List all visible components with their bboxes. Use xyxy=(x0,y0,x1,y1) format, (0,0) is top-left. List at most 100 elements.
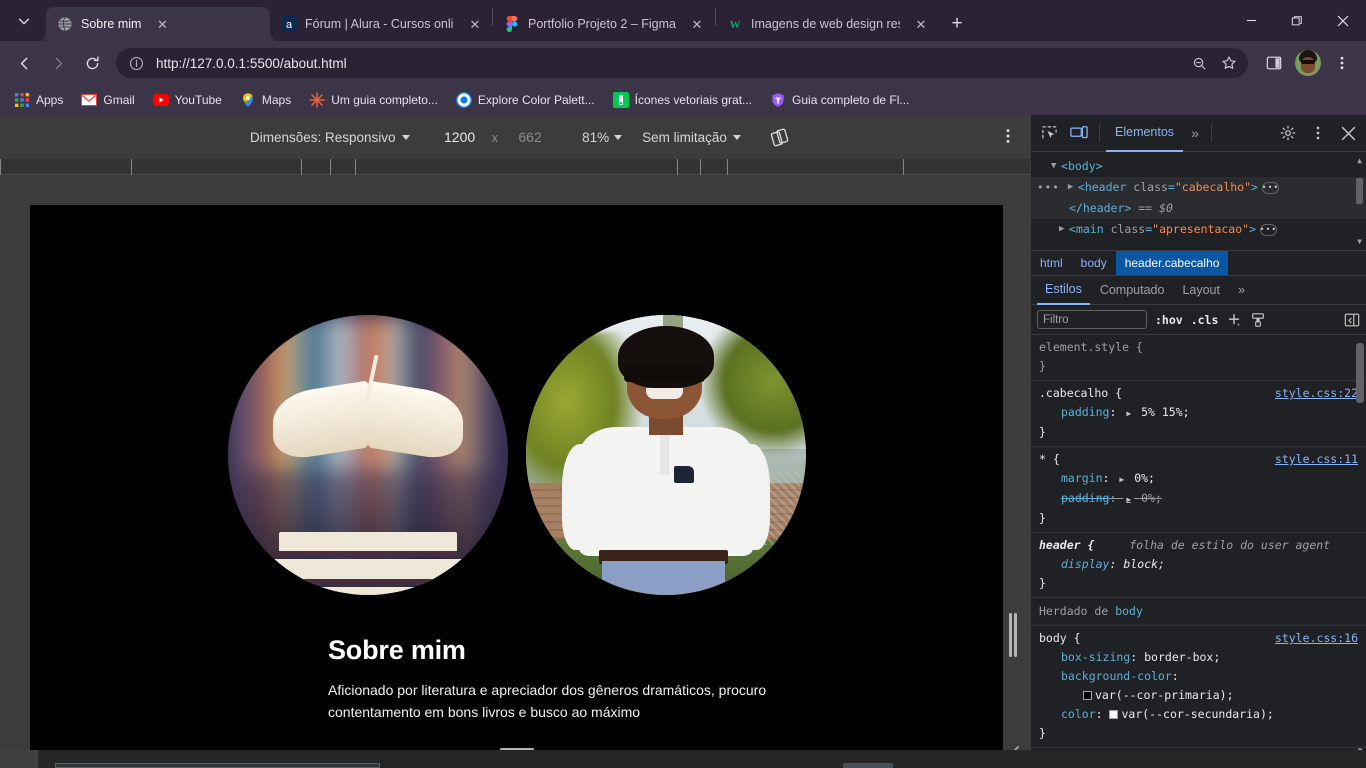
style-rule-cabecalho[interactable]: .cabecalho { style.css:22 padding: ▶ 5% … xyxy=(1031,381,1366,447)
dom-node-collapsed-badge[interactable]: ••• xyxy=(1260,223,1278,236)
minimize-button[interactable] xyxy=(1228,0,1274,41)
hov-toggle[interactable]: :hov xyxy=(1155,313,1183,327)
scroll-up-arrow-icon[interactable]: ▲ xyxy=(1355,156,1364,165)
style-declaration[interactable]: color: var(--cor-secundaria); xyxy=(1039,705,1358,724)
address-bar[interactable]: http://127.0.0.1:5500/about.html xyxy=(116,48,1248,78)
scrollbar-thumb[interactable] xyxy=(1356,178,1363,204)
style-declaration[interactable]: margin: ▶ 0%; xyxy=(1039,469,1358,489)
sub-tabs-more-icon[interactable]: » xyxy=(1230,276,1253,305)
tab-close-button[interactable]: ✕ xyxy=(466,15,484,33)
paintbrush-icon[interactable] xyxy=(1250,312,1266,328)
forward-arrow-icon[interactable] xyxy=(42,47,74,79)
background-window-edge-1[interactable] xyxy=(55,763,380,768)
style-rule-body[interactable]: body { style.css:16 box-sizing: border-b… xyxy=(1031,626,1366,748)
dom-tree[interactable]: ▼ < body > ••• ▶ < header class = "cabecalho"… xyxy=(1031,152,1366,250)
style-property-value[interactable]: var(--cor-primaria) xyxy=(1095,688,1227,702)
viewport-resize-handle-right[interactable] xyxy=(1008,605,1018,665)
style-property-value[interactable]: block xyxy=(1123,557,1158,571)
new-tab-button[interactable]: + xyxy=(942,8,972,38)
style-property-value[interactable]: 5% 15% xyxy=(1141,405,1183,419)
avatar[interactable] xyxy=(1292,47,1324,79)
style-property-name[interactable]: background-color xyxy=(1039,667,1172,686)
close-devtools-icon[interactable] xyxy=(1334,119,1362,147)
style-declaration[interactable]: display: block; xyxy=(1039,555,1358,574)
back-arrow-icon[interactable] xyxy=(8,47,40,79)
background-window-edge-2[interactable] xyxy=(843,763,893,768)
info-circle-icon[interactable] xyxy=(126,53,146,73)
reload-icon[interactable] xyxy=(76,47,108,79)
style-property-value[interactable]: 0% xyxy=(1141,491,1155,505)
dom-node-header-close[interactable]: </header> == $0 xyxy=(1031,198,1366,219)
color-swatch[interactable] xyxy=(1109,710,1119,719)
maximize-button[interactable] xyxy=(1274,0,1320,41)
style-property-value[interactable]: border-box xyxy=(1144,650,1213,664)
style-property-name[interactable]: box-sizing xyxy=(1039,648,1130,667)
star-icon[interactable] xyxy=(1216,50,1242,76)
expand-arrow-icon[interactable]: ▶ xyxy=(1068,177,1078,198)
bookmark-icones-vetoriais[interactable]: Ícones vetoriais grat... xyxy=(605,88,760,112)
expand-arrow-icon[interactable]: ▶ xyxy=(1119,475,1124,484)
dom-node-header[interactable]: ••• ▶ < header class = "cabecalho" > ••• xyxy=(1031,177,1366,198)
tab-close-button[interactable]: ✕ xyxy=(688,15,706,33)
bookmark-guia-completo-fl[interactable]: Guia completo de Fl... xyxy=(762,88,917,112)
expand-arrow-icon[interactable]: ▶ xyxy=(1059,219,1069,240)
style-property-name[interactable]: margin xyxy=(1039,469,1103,488)
network-throttling-dropdown[interactable]: Sem limitação xyxy=(642,130,741,145)
tab-imagens-web-design[interactable]: W Imagens de web design respons ✕ xyxy=(716,7,938,41)
styles-rules-list[interactable]: element.style { } .cabecalho { style.css… xyxy=(1031,335,1366,760)
tab-computado[interactable]: Computado xyxy=(1092,276,1173,305)
style-rule-source-link[interactable]: style.css:16 xyxy=(1275,629,1358,648)
viewport-height-input[interactable]: 662 xyxy=(504,126,556,148)
style-property-name[interactable]: display xyxy=(1039,555,1109,574)
breadcrumb-item-header-cabecalho[interactable]: header.cabecalho xyxy=(1115,251,1229,275)
style-rule-user-agent-header[interactable]: header { folha de estilo do user agent d… xyxy=(1031,533,1366,598)
plus-icon[interactable] xyxy=(1226,312,1242,328)
device-toolbar-icon[interactable] xyxy=(1065,119,1093,147)
style-property-name[interactable]: padding xyxy=(1039,403,1109,422)
style-rule-source-link[interactable]: style.css:22 xyxy=(1275,384,1358,403)
style-property-value[interactable]: var(--cor-secundaria) xyxy=(1121,707,1266,721)
dom-node-body[interactable]: ▼ < body > xyxy=(1031,156,1366,177)
breadcrumb-item-body[interactable]: body xyxy=(1072,251,1116,275)
breadcrumb-item-html[interactable]: html xyxy=(1031,251,1072,275)
style-declaration[interactable]: background-color: xyxy=(1039,667,1358,686)
viewport-width-input[interactable]: 1200 xyxy=(433,126,486,148)
inspect-element-icon[interactable] xyxy=(1035,119,1063,147)
url-text[interactable]: http://127.0.0.1:5500/about.html xyxy=(156,56,1186,71)
devtools-menu-icon[interactable] xyxy=(1304,119,1332,147)
style-property-value-wrap[interactable]: var(--cor-primaria); xyxy=(1039,686,1358,705)
cls-toggle[interactable]: .cls xyxy=(1191,313,1219,327)
side-panel-icon[interactable] xyxy=(1258,47,1290,79)
expand-arrow-icon[interactable]: ▶ xyxy=(1126,409,1131,418)
dom-node-main[interactable]: ▶ < main class = "apresentacao" > ••• xyxy=(1031,219,1366,240)
device-dimensions-dropdown[interactable]: Dimensões: Responsivo xyxy=(250,130,410,145)
toggle-sidebar-icon[interactable] xyxy=(1344,312,1360,328)
expand-arrow-icon[interactable]: ▶ xyxy=(1126,495,1131,504)
styles-scrollbar[interactable]: ▲ ▼ xyxy=(1355,335,1365,760)
style-property-name[interactable]: padding xyxy=(1039,489,1109,508)
page-viewport[interactable]: Sobre mim Aficionado por literatura e ap… xyxy=(30,205,1003,750)
style-property-name[interactable]: color xyxy=(1039,705,1096,724)
tab-estilos[interactable]: Estilos xyxy=(1037,276,1090,305)
style-declaration[interactable]: padding: ▶ 5% 15%; xyxy=(1039,403,1358,423)
bookmark-explore-color-palettes[interactable]: Explore Color Palett... xyxy=(448,88,603,112)
expand-arrow-icon[interactable]: ▼ xyxy=(1051,156,1061,177)
tab-forum-alura[interactable]: a Fórum | Alura - Cursos online d ✕ xyxy=(270,7,492,41)
rotate-device-icon[interactable] xyxy=(767,124,793,150)
style-declaration[interactable]: box-sizing: border-box; xyxy=(1039,648,1358,667)
three-dots-vertical-icon[interactable] xyxy=(1326,47,1358,79)
tab-portfolio-figma[interactable]: Portfolio Projeto 2 – Figma ✕ xyxy=(493,7,715,41)
bookmark-gmail[interactable]: Gmail xyxy=(73,88,142,112)
device-toolbar-menu-icon[interactable] xyxy=(1000,127,1016,145)
bookmark-youtube[interactable]: YouTube xyxy=(145,88,230,112)
devtools-tab-elementos[interactable]: Elementos xyxy=(1106,115,1184,152)
tab-sobre-mim[interactable]: Sobre mim ✕ xyxy=(46,7,270,41)
scroll-down-arrow-icon[interactable]: ▼ xyxy=(1355,237,1364,246)
viewport-zoom-dropdown[interactable]: 81% xyxy=(582,130,623,145)
bookmark-apps[interactable]: Apps xyxy=(6,88,71,112)
style-declaration-overridden[interactable]: padding: ▶ 0%; xyxy=(1039,489,1358,509)
bookmark-maps[interactable]: Maps xyxy=(232,88,299,112)
scrollbar-thumb[interactable] xyxy=(1356,343,1364,403)
bookmark-um-guia-completo[interactable]: Um guia completo... xyxy=(301,88,446,112)
close-window-button[interactable] xyxy=(1320,0,1366,41)
